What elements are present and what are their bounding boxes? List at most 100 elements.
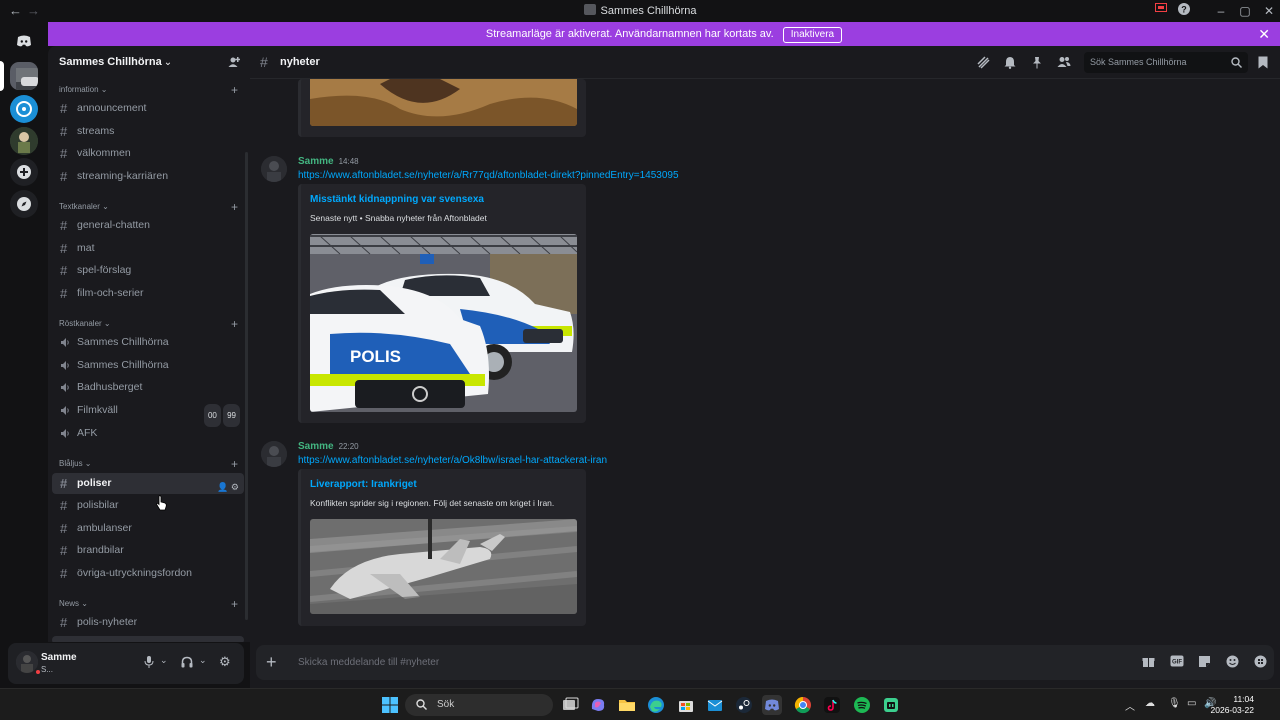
author-name: Samme (298, 156, 334, 167)
app-icon-green[interactable] (881, 695, 901, 715)
server-avatar-icon[interactable] (10, 127, 38, 155)
steam-icon[interactable] (734, 695, 754, 715)
server-sammes-chillhorna[interactable] (10, 62, 38, 90)
channel-polisbilar[interactable]: # polisbilar (52, 495, 244, 516)
channel-announcement[interactable]: # announcement (52, 98, 244, 119)
message-composer[interactable]: + Skicka meddelande till #nyheter GIF (256, 645, 1274, 680)
gift-icon[interactable] (1142, 655, 1156, 669)
chrome-icon[interactable] (793, 695, 813, 715)
pin-icon[interactable] (1031, 56, 1043, 69)
channel-nyheter-partial[interactable] (52, 636, 244, 642)
channel-streams[interactable]: # streams (52, 121, 244, 142)
server-compass-icon[interactable] (10, 95, 38, 123)
cloud-sync-icon[interactable]: ☁ (1145, 698, 1155, 709)
member-list-icon[interactable] (1057, 56, 1071, 68)
embed-title[interactable]: Misstänkt kidnappning var svensexa (310, 194, 484, 205)
edge-browser-icon[interactable] (646, 695, 666, 715)
help-icon[interactable]: ? (1178, 3, 1194, 19)
invite-people-icon[interactable] (228, 56, 240, 68)
system-clock[interactable]: 11:04 2026-03-22 (1211, 694, 1254, 716)
attach-plus-icon[interactable]: + (266, 652, 277, 673)
settings-gear-icon[interactable]: ⚙ (231, 482, 239, 492)
threads-icon[interactable] (977, 56, 990, 69)
emoji-icon[interactable] (1226, 655, 1240, 669)
message-link[interactable]: https://www.aftonbladet.se/nyheter/a/Ok8… (298, 455, 607, 466)
channel-ambulanser[interactable]: # ambulanser (52, 518, 244, 539)
previous-embed-image[interactable] (310, 79, 577, 126)
category-news[interactable]: News ⌄ + (59, 597, 240, 613)
create-channel-icon[interactable]: + (231, 83, 238, 97)
file-explorer-icon[interactable] (617, 695, 637, 715)
sidebar-scrollbar[interactable] (245, 152, 248, 620)
screen-share-icon[interactable] (1155, 3, 1171, 19)
minimize-icon[interactable]: – (1213, 3, 1229, 19)
voice-channel-sammes-chillhorna-2[interactable]: Sammes Chillhörna (52, 355, 244, 376)
voice-channel-filmkvall[interactable]: Filmkväll 00 99 (52, 400, 244, 427)
svg-text:GIF: GIF (1172, 660, 1182, 666)
store-icon[interactable] (676, 695, 696, 715)
channel-spel-forslag[interactable]: # spel-förslag (52, 260, 244, 281)
channel-brandbilar[interactable]: # brandbilar (52, 540, 244, 561)
category-textkanaler[interactable]: Textkanaler ⌄ + (59, 200, 240, 216)
channel-mat[interactable]: # mat (52, 238, 244, 259)
voice-channel-sammes-chillhorna-1[interactable]: Sammes Chillhörna (52, 332, 244, 353)
add-server-icon[interactable] (10, 158, 38, 186)
message-author[interactable]: Samme 22:20 (298, 441, 359, 452)
message-avatar[interactable] (261, 156, 287, 182)
copilot-icon[interactable] (588, 695, 608, 715)
message-author[interactable]: Samme 14:48 (298, 156, 359, 167)
category-blaljus[interactable]: Blåljus ⌄ + (59, 457, 240, 473)
message-link[interactable]: https://www.aftonbladet.se/nyheter/a/Rr7… (298, 170, 679, 181)
discord-home-icon[interactable] (10, 27, 38, 55)
user-settings-gear-icon[interactable]: ⚙ (219, 654, 231, 670)
server-header[interactable]: Sammes Chillhörna ⌄ (48, 46, 250, 78)
apps-icon[interactable] (1254, 655, 1268, 669)
channel-valkommen[interactable]: # välkommen (52, 143, 244, 164)
hash-icon: # (60, 218, 68, 233)
maximize-icon[interactable]: ▢ (1237, 3, 1253, 19)
close-banner-icon[interactable]: ✕ (1258, 22, 1270, 46)
hash-icon: # (60, 543, 68, 558)
network-icon[interactable]: ▭ (1187, 698, 1196, 709)
create-channel-icon[interactable]: + (231, 317, 238, 331)
invite-icon[interactable]: 👤 (217, 482, 228, 492)
taskbar-search-input[interactable]: Sök (405, 694, 553, 716)
tray-overflow-chevron-icon[interactable]: ︿ (1125, 698, 1135, 713)
disable-streamer-mode-button[interactable]: Inaktivera (782, 27, 843, 43)
channel-general-chatten[interactable]: # general-chatten (52, 215, 244, 236)
spotify-icon[interactable] (852, 695, 872, 715)
channel-polis-nyheter[interactable]: # polis-nyheter (52, 612, 244, 633)
voice-channel-afk[interactable]: AFK (52, 423, 244, 444)
search-input[interactable]: Sök Sammes Chillhörna (1084, 52, 1248, 73)
discord-taskbar-icon[interactable] (762, 695, 782, 715)
channel-poliser[interactable]: # poliser 👤 ⚙ (52, 473, 244, 494)
channel-film-och-serier[interactable]: # film-och-serier (52, 283, 244, 304)
sound-options-chevron-icon[interactable]: ⌄ (199, 655, 207, 666)
embed-title[interactable]: Liverapport: Irankriget (310, 479, 417, 490)
headphones-icon[interactable] (181, 656, 193, 668)
message-avatar[interactable] (261, 441, 287, 467)
create-channel-icon[interactable]: + (231, 597, 238, 611)
microphone-icon[interactable] (144, 656, 154, 668)
create-channel-icon[interactable]: + (231, 200, 238, 214)
mic-options-chevron-icon[interactable]: ⌄ (160, 655, 168, 666)
inbox-icon[interactable] (1258, 56, 1268, 69)
discover-icon[interactable] (10, 190, 38, 218)
notification-bell-icon[interactable] (1004, 56, 1016, 69)
tray-microphone-icon[interactable]: 🎙 (1168, 698, 1181, 709)
tiktok-icon[interactable] (822, 695, 842, 715)
embed-image-aircraft[interactable] (310, 519, 577, 614)
create-channel-icon[interactable]: + (231, 457, 238, 471)
windows-start-icon[interactable] (380, 695, 400, 715)
mail-icon[interactable] (705, 695, 725, 715)
voice-channel-badhusberget[interactable]: Badhusberget (52, 377, 244, 398)
channel-streaming-karriaren[interactable]: # streaming-karriären (52, 166, 244, 187)
category-information[interactable]: information ⌄ + (59, 83, 240, 99)
channel-ovriga-utryckningsfordon[interactable]: # övriga-utryckningsfordon (52, 563, 244, 584)
sticker-icon[interactable] (1198, 655, 1212, 669)
category-rostkanaler[interactable]: Röstkanaler ⌄ + (59, 317, 240, 333)
close-window-icon[interactable]: ✕ (1261, 3, 1277, 19)
embed-image-police-cars[interactable]: POLIS (310, 234, 577, 412)
task-view-icon[interactable] (560, 695, 580, 715)
gif-icon[interactable]: GIF (1170, 655, 1184, 669)
